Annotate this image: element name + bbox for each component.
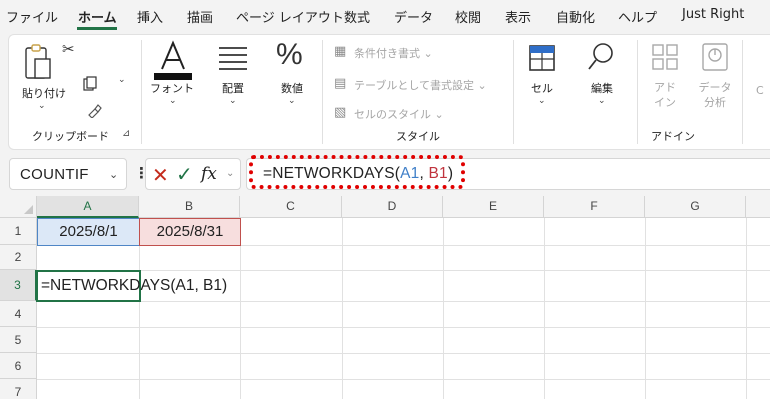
tab-formulas[interactable]: 数式 [344,7,370,26]
column-header-b[interactable]: B [139,196,240,218]
ribbon-separator [637,40,638,144]
format-painter-icon[interactable] [86,102,102,122]
column-header-h[interactable] [746,196,770,218]
row-header-3[interactable]: 3 [0,270,37,301]
row-header-7[interactable]: 7 [0,379,37,399]
group-styles-label: スタイル [396,130,440,143]
cell-a1[interactable]: 2025/8/1 [37,218,140,246]
conditional-format-icon[interactable]: ▦ [334,44,346,59]
select-all-icon [24,205,33,214]
copy-dropdown-icon[interactable]: ⌄ [118,75,126,85]
number-dropdown-icon[interactable]: ⌄ [288,96,296,106]
row-header-5[interactable]: 5 [0,327,37,353]
name-box[interactable]: COUNTIF ⌄ [9,158,127,190]
column-header-f[interactable]: F [544,196,645,218]
tab-home[interactable]: ホーム [78,7,117,26]
insert-function-button[interactable]: fx [201,164,217,184]
tab-review[interactable]: 校閲 [455,7,481,26]
format-as-table-icon[interactable]: ▤ [334,76,346,91]
cell-styles-icon[interactable]: ▧ [334,105,346,120]
column-header-a[interactable]: A [37,196,139,218]
cells-dropdown-icon[interactable]: ⌄ [538,96,546,106]
formula-highlight-box [249,155,465,189]
column-header-e[interactable]: E [443,196,544,218]
cells-label[interactable]: セル [522,80,562,96]
formula-buttons: ✕ ✓ fx ⌄ [145,158,241,190]
ribbon-separator [742,40,743,144]
column-header-g[interactable]: G [645,196,746,218]
fx-dropdown-icon[interactable]: ⌄ [226,168,234,179]
worksheet-grid: A B C D E F G 1 2 3 4 5 6 7 2025/8/1 202… [0,196,770,399]
copy-icon[interactable] [83,76,99,96]
cell-a3-active[interactable]: =NETWORKDAYS(A1, B1) [36,270,227,302]
font-icon[interactable] [154,40,192,84]
format-as-table-label[interactable]: テーブルとして書式設定 ⌄ [354,77,487,93]
cell-b1[interactable]: 2025/8/31 [139,218,241,246]
editing-label[interactable]: 編集 [582,80,622,96]
select-all-button[interactable] [0,196,37,218]
group-addins-label: アドイン [651,130,695,143]
cells-icon[interactable] [528,44,556,76]
row-header-1[interactable]: 1 [0,218,37,245]
row-header-6[interactable]: 6 [0,353,37,379]
font-label[interactable]: フォント [146,80,198,96]
number-label[interactable]: 数値 [270,80,314,96]
alignment-icon[interactable] [216,44,250,78]
alignment-label[interactable]: 配置 [211,80,255,96]
cut-icon[interactable]: ✂ [62,40,75,58]
cell-a3-formula: =NETWORKDAYS(A1, B1) [41,277,228,294]
addins-label[interactable]: アド イン [647,80,683,110]
row-header-4[interactable]: 4 [0,301,37,327]
cell-a1-value: 2025/8/1 [59,223,118,240]
clipboard-launcher-icon[interactable]: ⊿ [122,128,130,139]
paste-label[interactable]: 貼り付け [16,85,72,101]
tab-automate[interactable]: 自動化 [556,7,595,26]
tab-draw[interactable]: 描画 [187,7,213,26]
ribbon-separator [322,40,323,144]
column-header-c[interactable]: C [240,196,342,218]
tab-file[interactable]: ファイル [6,7,58,26]
editing-search-icon[interactable] [587,42,615,76]
conditional-format-label[interactable]: 条件付き書式 ⌄ [354,45,433,61]
row-header-2[interactable]: 2 [0,245,37,270]
ribbon-tab-bar: ファイル ホーム 挿入 描画 ページ レイアウト 数式 データ 校閲 表示 自動… [0,0,770,30]
paste-dropdown-icon[interactable]: ⌄ [38,101,46,111]
font-dropdown-icon[interactable]: ⌄ [169,96,177,106]
enter-formula-icon[interactable]: ✓ [176,162,193,186]
name-box-value: COUNTIF [20,166,89,183]
copilot-partial-label: C [756,84,764,97]
tab-data[interactable]: データ [394,7,433,26]
data-analysis-icon[interactable] [702,43,728,75]
paste-clipboard-icon[interactable] [24,42,54,88]
column-header-d[interactable]: D [342,196,443,218]
ribbon-separator [141,40,142,144]
cell-b1-value: 2025/8/31 [156,223,224,240]
data-analysis-label[interactable]: データ 分析 [697,80,733,110]
percent-icon[interactable]: % [276,38,303,72]
cancel-formula-icon[interactable]: ✕ [152,163,169,187]
tab-just-right[interactable]: Just Right [682,7,744,22]
group-clipboard-label: クリップボード [32,130,109,143]
addins-icon[interactable] [652,44,678,74]
tab-page-layout[interactable]: ページ レイアウト [236,7,344,26]
name-box-dropdown-icon[interactable]: ⌄ [109,168,118,181]
tab-view[interactable]: 表示 [505,7,531,26]
tab-insert[interactable]: 挿入 [137,7,163,26]
alignment-dropdown-icon[interactable]: ⌄ [229,96,237,106]
tab-help[interactable]: ヘルプ [618,7,657,26]
cell-styles-label[interactable]: セルのスタイル ⌄ [354,106,444,122]
ribbon-separator [513,40,514,144]
editing-dropdown-icon[interactable]: ⌄ [598,96,606,106]
